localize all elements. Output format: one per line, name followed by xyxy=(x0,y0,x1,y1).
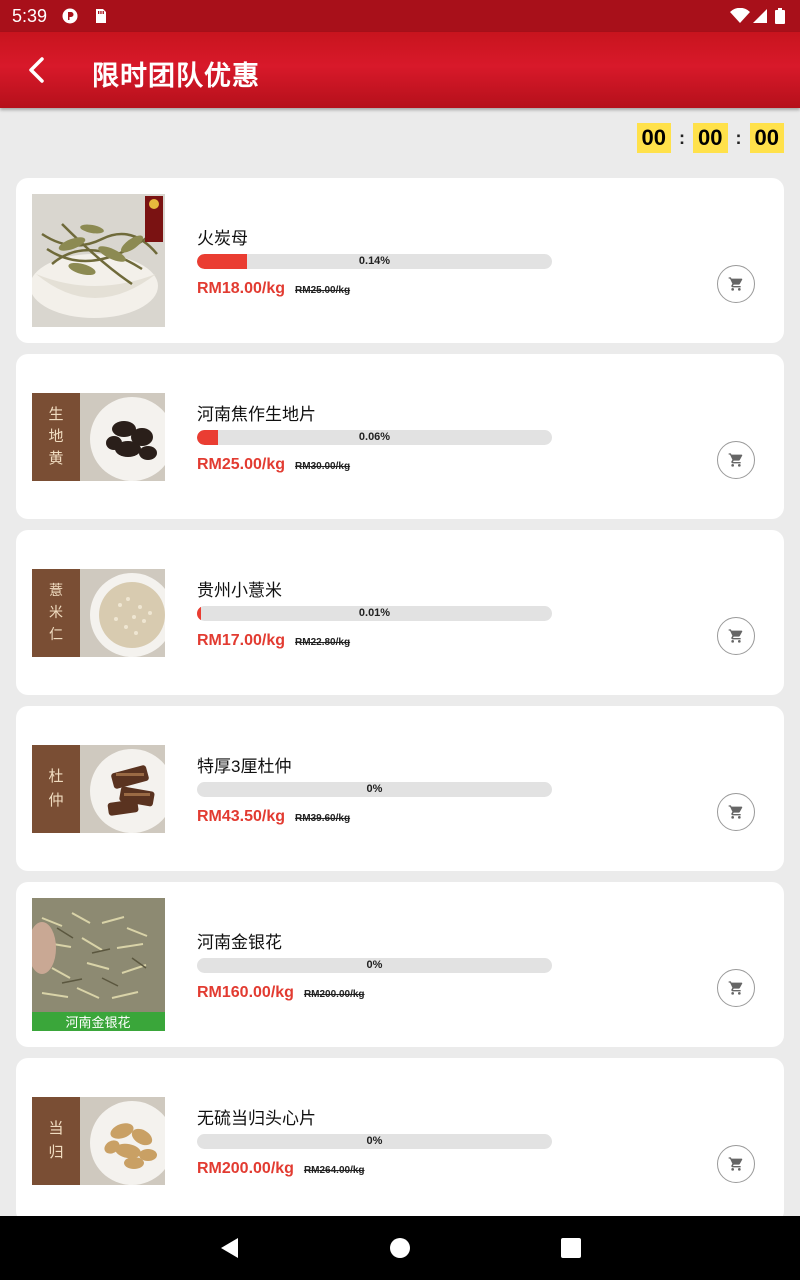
sales-progress-bar: 0.06% xyxy=(197,430,552,445)
nav-home-icon[interactable] xyxy=(388,1236,412,1260)
original-price: RM200.00/kg xyxy=(303,989,365,1000)
price-row: RM200.00/kg RM264.00/kg xyxy=(197,1160,365,1178)
cart-icon xyxy=(728,629,743,643)
wifi-icon xyxy=(730,8,750,23)
status-bar: 5:39 xyxy=(0,0,800,32)
back-arrow-icon[interactable] xyxy=(22,54,54,86)
system-nav-bar xyxy=(0,1216,800,1280)
image-label-char: 米 xyxy=(49,605,63,621)
product-image: 当 归 xyxy=(32,1074,165,1207)
image-label-char: 当 xyxy=(48,1119,63,1137)
product-image: 生 地 黄 xyxy=(32,370,165,503)
original-price: RM264.00/kg xyxy=(303,1165,365,1176)
original-price: RM22.80/kg xyxy=(295,637,351,648)
app-bar: 限时团队优惠 xyxy=(0,32,800,108)
image-label-char: 仁 xyxy=(49,627,63,643)
add-to-cart-button[interactable] xyxy=(717,793,755,831)
sales-progress-bar: 0% xyxy=(197,1134,552,1149)
sales-progress-bar: 0.14% xyxy=(197,254,552,269)
image-label-char: 杜 xyxy=(48,767,63,785)
current-price: RM18.00/kg xyxy=(197,280,286,297)
image-label-char: 仲 xyxy=(48,791,63,809)
price-row: RM18.00/kg RM25.00/kg xyxy=(197,280,350,298)
cart-icon xyxy=(728,1157,743,1171)
current-price: RM17.00/kg xyxy=(197,632,286,649)
cart-icon xyxy=(728,453,743,467)
product-card[interactable]: 生 地 黄 河南焦作生地片 0.06% RM25.00/kg RM30.00/k… xyxy=(16,354,784,519)
nav-recents-icon[interactable] xyxy=(559,1236,583,1260)
price-row: RM17.00/kg RM22.80/kg xyxy=(197,632,350,650)
countdown-separator: : xyxy=(735,127,742,148)
product-image: 河南金银花 xyxy=(32,898,165,1031)
image-label-char: 地 xyxy=(48,427,63,445)
current-price: RM200.00/kg xyxy=(197,1160,294,1177)
signal-icon xyxy=(753,9,767,23)
status-time: 5:39 xyxy=(12,6,48,26)
product-name: 河南焦作生地片 xyxy=(197,405,316,424)
current-price: RM160.00/kg xyxy=(197,984,294,1001)
sales-progress-bar: 0.01% xyxy=(197,606,552,621)
countdown-minutes: 00 xyxy=(693,123,728,153)
sd-card-icon xyxy=(96,9,106,23)
product-name: 无硫当归头心片 xyxy=(197,1109,316,1128)
cart-icon xyxy=(728,277,743,291)
app-notification-icon xyxy=(62,8,78,24)
nav-back-icon[interactable] xyxy=(218,1236,242,1260)
current-price: RM43.50/kg xyxy=(197,808,286,825)
sales-progress-bar: 0% xyxy=(197,782,552,797)
add-to-cart-button[interactable] xyxy=(717,1145,755,1183)
countdown-hours: 00 xyxy=(636,123,672,153)
add-to-cart-button[interactable] xyxy=(717,617,755,655)
product-image: 薏 米 仁 xyxy=(32,546,165,679)
image-label: 河南金银花 xyxy=(65,1015,130,1031)
progress-text: 0% xyxy=(366,1135,383,1147)
image-label-char: 薏 xyxy=(49,583,63,599)
progress-text: 0% xyxy=(366,783,383,795)
product-card[interactable]: 薏 米 仁 贵州小薏米 0.01% RM17.00/kg RM22.80/kg xyxy=(16,530,784,695)
product-card[interactable]: 当 归 无硫当归头心片 0% RM200.00/kg RM264.00/kg xyxy=(16,1058,784,1223)
countdown-timer: 00 : 00 : 00 xyxy=(636,123,784,153)
product-image xyxy=(32,194,165,327)
product-card[interactable]: 河南金银花 河南金银花 0% RM160.00/kg RM200.00/kg xyxy=(16,882,784,1047)
progress-text: 0.01% xyxy=(358,607,391,619)
price-row: RM43.50/kg RM39.60/kg xyxy=(197,808,350,826)
progress-text: 0% xyxy=(366,959,383,971)
original-price: RM39.60/kg xyxy=(295,813,351,824)
original-price: RM25.00/kg xyxy=(295,285,351,296)
image-label-char: 生 xyxy=(48,405,63,423)
add-to-cart-button[interactable] xyxy=(717,441,755,479)
countdown-seconds: 00 xyxy=(749,123,784,153)
product-name: 特厚3厘杜仲 xyxy=(197,757,292,776)
product-card[interactable]: 杜 仲 特厚3厘杜仲 0% RM43.50/kg RM39.60/kg xyxy=(16,706,784,871)
progress-text: 0.14% xyxy=(358,255,391,267)
product-name: 贵州小薏米 xyxy=(197,581,282,600)
product-list: 火炭母 0.14% RM18.00/kg RM25.00/kg 生 地 黄 河南 xyxy=(16,178,784,1234)
product-card[interactable]: 火炭母 0.14% RM18.00/kg RM25.00/kg xyxy=(16,178,784,343)
product-image: 杜 仲 xyxy=(32,722,165,855)
original-price: RM30.00/kg xyxy=(295,461,351,472)
countdown-separator: : xyxy=(679,127,686,148)
progress-text: 0.06% xyxy=(358,431,391,443)
price-row: RM25.00/kg RM30.00/kg xyxy=(197,456,350,474)
product-name: 火炭母 xyxy=(197,229,248,248)
page-title: 限时团队优惠 xyxy=(92,61,260,91)
product-name: 河南金银花 xyxy=(197,933,282,952)
current-price: RM25.00/kg xyxy=(197,456,286,473)
image-label-char: 归 xyxy=(48,1143,63,1161)
price-row: RM160.00/kg RM200.00/kg xyxy=(197,984,365,1002)
sales-progress-bar: 0% xyxy=(197,958,552,973)
cart-icon xyxy=(728,981,743,995)
image-label-char: 黄 xyxy=(48,449,63,467)
add-to-cart-button[interactable] xyxy=(717,265,755,303)
battery-icon xyxy=(775,8,785,24)
cart-icon xyxy=(728,805,743,819)
add-to-cart-button[interactable] xyxy=(717,969,755,1007)
